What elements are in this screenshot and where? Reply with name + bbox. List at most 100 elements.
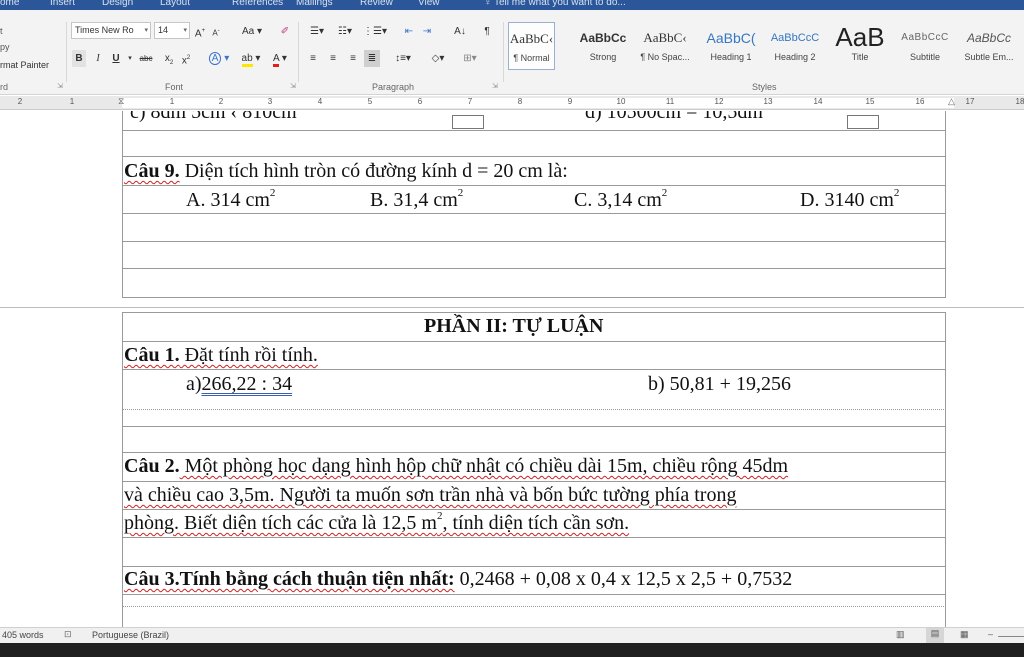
- bullets-icon[interactable]: ☰▾: [306, 23, 328, 40]
- horizontal-ruler[interactable]: 2 1 ⧖ 1 2 3 4 5 6 7 8 9 10 11 12 13 14 1…: [0, 96, 1024, 110]
- answer-dotted-line: [122, 606, 946, 607]
- tab-layout[interactable]: Layout: [160, 0, 190, 8]
- chevron-down-icon: ▾: [144, 27, 148, 34]
- subscript-button[interactable]: x2: [163, 50, 175, 67]
- print-layout-icon[interactable]: ▤: [926, 628, 944, 643]
- bold-button[interactable]: B: [72, 50, 86, 67]
- ruler-number: 18: [1015, 97, 1024, 106]
- align-center-icon[interactable]: ≡: [326, 50, 340, 67]
- style-subtle-emphasis[interactable]: AaBbCc Subtle Em...: [958, 22, 1020, 70]
- exercise-1b: b) 50,81 + 19,256: [648, 373, 791, 395]
- style-heading-1[interactable]: AaBbC( Heading 1: [704, 22, 758, 70]
- tab-references[interactable]: References: [232, 0, 283, 8]
- divider: [298, 22, 299, 82]
- style-strong[interactable]: AaBbCc Strong: [578, 22, 628, 70]
- cut-button[interactable]: t: [0, 26, 3, 36]
- exercise-2-line-2: và chiều cao 3,5m. Người ta muốn sơn trầ…: [124, 484, 737, 506]
- page-break-line: [0, 307, 1024, 308]
- table-border: [945, 312, 946, 627]
- align-left-icon[interactable]: ≡: [306, 50, 320, 67]
- right-indent-marker-icon[interactable]: △: [948, 96, 955, 107]
- table-rule: [122, 130, 946, 131]
- style-no-spacing[interactable]: AaBbC‹ ¶ No Spac...: [638, 22, 692, 70]
- tell-me-box[interactable]: Tell me what you want to do...: [494, 0, 626, 8]
- ruler-number: 9: [567, 97, 573, 106]
- format-painter-button[interactable]: rmat Painter: [0, 60, 49, 70]
- justify-icon[interactable]: ≣: [364, 50, 380, 67]
- increase-indent-icon[interactable]: ⇥: [420, 23, 434, 40]
- read-mode-icon[interactable]: ▥: [896, 629, 905, 640]
- ruler-number: 12: [714, 97, 724, 106]
- paragraph-launcher-icon[interactable]: ⇲: [492, 82, 498, 90]
- font-color-button[interactable]: A ▾: [268, 50, 292, 67]
- tab-view[interactable]: View: [418, 0, 440, 8]
- style-normal[interactable]: AaBbC‹ ¶ Normal: [508, 22, 555, 70]
- exercise-1-text: Đặt tính rồi tính.: [179, 344, 318, 366]
- shrink-font-button[interactable]: A-: [210, 23, 222, 40]
- indent-marker-icon[interactable]: ⧖: [118, 96, 124, 107]
- italic-button[interactable]: I: [92, 50, 104, 67]
- paragraph-group-label: Paragraph: [372, 82, 415, 92]
- shading-icon[interactable]: ◇▾: [426, 50, 450, 67]
- language-indicator[interactable]: Portuguese (Brazil): [92, 630, 169, 640]
- numbering-icon[interactable]: ☷▾: [334, 23, 356, 40]
- copy-button[interactable]: py: [0, 42, 10, 52]
- show-marks-button[interactable]: ¶: [480, 23, 494, 40]
- zoom-slider[interactable]: [998, 636, 1024, 637]
- underline-dropdown-icon[interactable]: ▾: [126, 50, 134, 67]
- align-right-icon[interactable]: ≡: [346, 50, 360, 67]
- ruler-number: 10: [616, 97, 626, 106]
- grow-font-button[interactable]: A+: [194, 23, 206, 40]
- status-bar: 405 words ⊡ Portuguese (Brazil) ▥ ▤ ▦ –: [0, 627, 1024, 643]
- ruler-number: 6: [417, 97, 423, 106]
- highlight-button[interactable]: ab ▾: [238, 50, 264, 67]
- sort-button[interactable]: A↓: [452, 23, 468, 40]
- font-name-select[interactable]: Times New Ro ▾: [71, 22, 151, 39]
- change-case-button[interactable]: Aa ▾: [240, 23, 264, 40]
- strikethrough-button[interactable]: abc: [136, 50, 156, 67]
- exercise-3: Câu 3.Tính bằng cách thuận tiện nhất: 0,…: [124, 568, 792, 591]
- style-heading-2[interactable]: AaBbCcC Heading 2: [768, 22, 822, 70]
- line-spacing-icon[interactable]: ↕≡▾: [392, 50, 414, 67]
- document-page[interactable]: c) 8dm 5cm ‹ 810cm d) 10500cm = 10,5dm C…: [0, 111, 1024, 627]
- zoom-out-icon[interactable]: –: [988, 629, 993, 639]
- tab-mailings[interactable]: Mailings: [296, 0, 333, 8]
- multilevel-list-icon[interactable]: ⋮☰▾: [362, 23, 388, 40]
- superscript-button[interactable]: x2: [180, 50, 192, 67]
- word-count[interactable]: 405 words: [2, 630, 44, 640]
- ruler-number: 8: [517, 97, 523, 106]
- style-subtitle[interactable]: AaBbCcC Subtitle: [896, 22, 954, 70]
- option-d: D. 3140 cm2: [800, 187, 900, 211]
- decrease-indent-icon[interactable]: ⇤: [402, 23, 416, 40]
- exercise-1a: a)266,22 : 34: [186, 373, 293, 395]
- underline-button[interactable]: U: [110, 50, 122, 67]
- borders-icon[interactable]: ⊞▾: [458, 50, 482, 67]
- exercise-2-line-3: phòng. Biết diện tích các cửa là 12,5 m2…: [124, 510, 630, 534]
- tell-me-icon[interactable]: ♀: [484, 0, 492, 8]
- table-rule: [122, 369, 946, 370]
- text-effects-button[interactable]: A ▾: [208, 50, 230, 67]
- table-rule: [122, 537, 946, 538]
- web-layout-icon[interactable]: ▦: [960, 629, 969, 640]
- table-rule: [122, 312, 946, 313]
- partial-answer-d: d) 10500cm = 10,5dm: [585, 111, 763, 123]
- font-group-label: Font: [165, 82, 184, 92]
- chevron-down-icon: ▾: [183, 27, 187, 34]
- word-window: ome Insert Design Layout References Mail…: [0, 0, 1024, 657]
- font-size-select[interactable]: 14 ▾: [154, 22, 190, 39]
- tab-home[interactable]: ome: [0, 0, 19, 8]
- divider: [503, 22, 504, 82]
- table-border: [122, 312, 123, 627]
- font-launcher-icon[interactable]: ⇲: [290, 82, 296, 90]
- table-rule: [122, 594, 946, 595]
- tab-insert[interactable]: Insert: [50, 0, 75, 8]
- tab-review[interactable]: Review: [360, 0, 393, 8]
- proofing-icon[interactable]: ⊡: [64, 629, 72, 640]
- clear-formatting-icon[interactable]: ✐: [278, 23, 292, 40]
- ruler-number: 3: [267, 97, 273, 106]
- style-title[interactable]: AaB Title: [832, 22, 888, 70]
- tab-design[interactable]: Design: [102, 0, 133, 8]
- exercise-3-label: Câu 3.: [124, 568, 180, 590]
- ruler-number: 5: [367, 97, 373, 106]
- clipboard-launcher-icon[interactable]: ⇲: [57, 82, 63, 90]
